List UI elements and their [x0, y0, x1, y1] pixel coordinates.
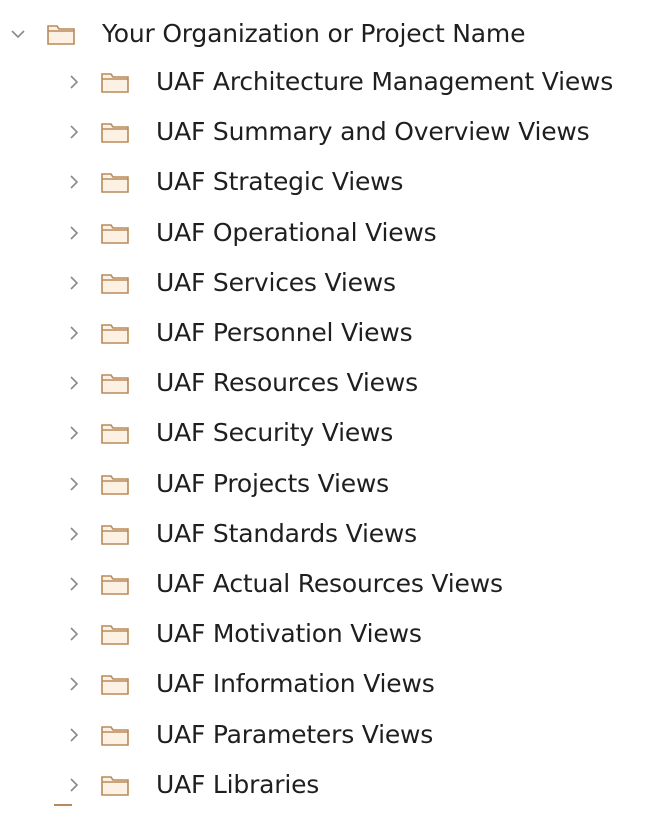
tree-node-item[interactable]: UAF Services Views: [64, 261, 396, 305]
folder-icon: [100, 271, 130, 295]
tree-node-label: UAF Projects Views: [156, 468, 389, 498]
folder-icon: [100, 120, 130, 144]
chevron-right-icon[interactable]: [64, 122, 84, 142]
tree-node-label: UAF Operational Views: [156, 217, 437, 247]
tree-node-item[interactable]: UAF Resources Views: [64, 361, 418, 405]
tree-node-item[interactable]: UAF Libraries: [64, 763, 319, 807]
tree-node-label: UAF Standards Views: [156, 518, 417, 548]
tree-node-label: UAF Parameters Views: [156, 719, 434, 749]
folder-icon: [100, 321, 130, 345]
tree-node-item[interactable]: UAF Parameters Views: [64, 713, 433, 757]
tree-node-root[interactable]: Your Organization or Project Name: [8, 12, 525, 56]
folder-icon: [100, 572, 130, 596]
folder-icon: [100, 472, 130, 496]
chevron-right-icon[interactable]: [64, 223, 84, 243]
tree-node-label: UAF Services Views: [156, 267, 396, 297]
chevron-right-icon[interactable]: [64, 172, 84, 192]
tree-node-label: UAF Architecture Management Views: [156, 67, 614, 96]
chevron-right-icon[interactable]: [64, 524, 84, 544]
folder-icon: [100, 723, 130, 747]
tree-node-item[interactable]: UAF Summary and Overview Views: [64, 110, 590, 154]
folder-icon: [100, 773, 130, 797]
folder-icon: [100, 170, 130, 194]
chevron-right-icon[interactable]: [64, 624, 84, 644]
chevron-down-icon[interactable]: [8, 24, 28, 44]
chevron-right-icon[interactable]: [64, 273, 84, 293]
tree-node-label: UAF Resources Views: [156, 368, 418, 398]
tree-node-label: UAF Motivation Views: [156, 619, 422, 649]
folder-icon: [100, 70, 130, 94]
tree-node-item[interactable]: UAF Security Views: [64, 411, 393, 455]
chevron-right-icon[interactable]: [64, 423, 84, 443]
tree-node-label: UAF Security Views: [156, 418, 394, 448]
folder-icon: [100, 421, 130, 445]
tree-node-item[interactable]: UAF Information Views: [64, 662, 435, 706]
tree-node-item[interactable]: UAF Strategic Views: [64, 160, 403, 204]
tree-node-item[interactable]: UAF Personnel Views: [64, 311, 413, 355]
chevron-right-icon[interactable]: [64, 474, 84, 494]
folder-icon: [100, 221, 130, 245]
folder-icon: [100, 672, 130, 696]
folder-icon: [100, 522, 130, 546]
tree-node-label: UAF Personnel Views: [156, 318, 413, 347]
tree-node-item[interactable]: UAF Operational Views: [64, 211, 437, 255]
chevron-right-icon[interactable]: [64, 775, 84, 795]
tree-node-item[interactable]: UAF Projects Views: [64, 462, 389, 506]
tree-node-label: UAF Libraries: [156, 769, 320, 799]
chevron-right-icon[interactable]: [64, 323, 84, 343]
folder-icon: [46, 22, 76, 46]
chevron-right-icon[interactable]: [64, 674, 84, 694]
project-browser-tree: Your Organization or Project Name UAF Ar…: [0, 0, 664, 813]
tree-node-label: UAF Information Views: [156, 669, 435, 699]
tree-node-label: UAF Strategic Views: [156, 167, 404, 197]
tree-node-label: UAF Summary and Overview Views: [156, 117, 590, 147]
chevron-right-icon[interactable]: [64, 725, 84, 745]
tree-node-label: Your Organization or Project Name: [102, 19, 526, 48]
chevron-right-icon[interactable]: [64, 574, 84, 594]
tree-node-item[interactable]: UAF Architecture Management Views: [64, 60, 613, 104]
chevron-right-icon[interactable]: [64, 72, 84, 92]
tree-node-label: UAF Actual Resources Views: [156, 569, 503, 598]
partial-folder-icon: [54, 804, 72, 815]
folder-icon: [100, 622, 130, 646]
folder-icon: [100, 371, 130, 395]
tree-node-item[interactable]: UAF Motivation Views: [64, 612, 422, 656]
tree-node-item[interactable]: UAF Actual Resources Views: [64, 562, 503, 606]
chevron-right-icon[interactable]: [64, 373, 84, 393]
tree-node-item[interactable]: UAF Standards Views: [64, 512, 417, 556]
